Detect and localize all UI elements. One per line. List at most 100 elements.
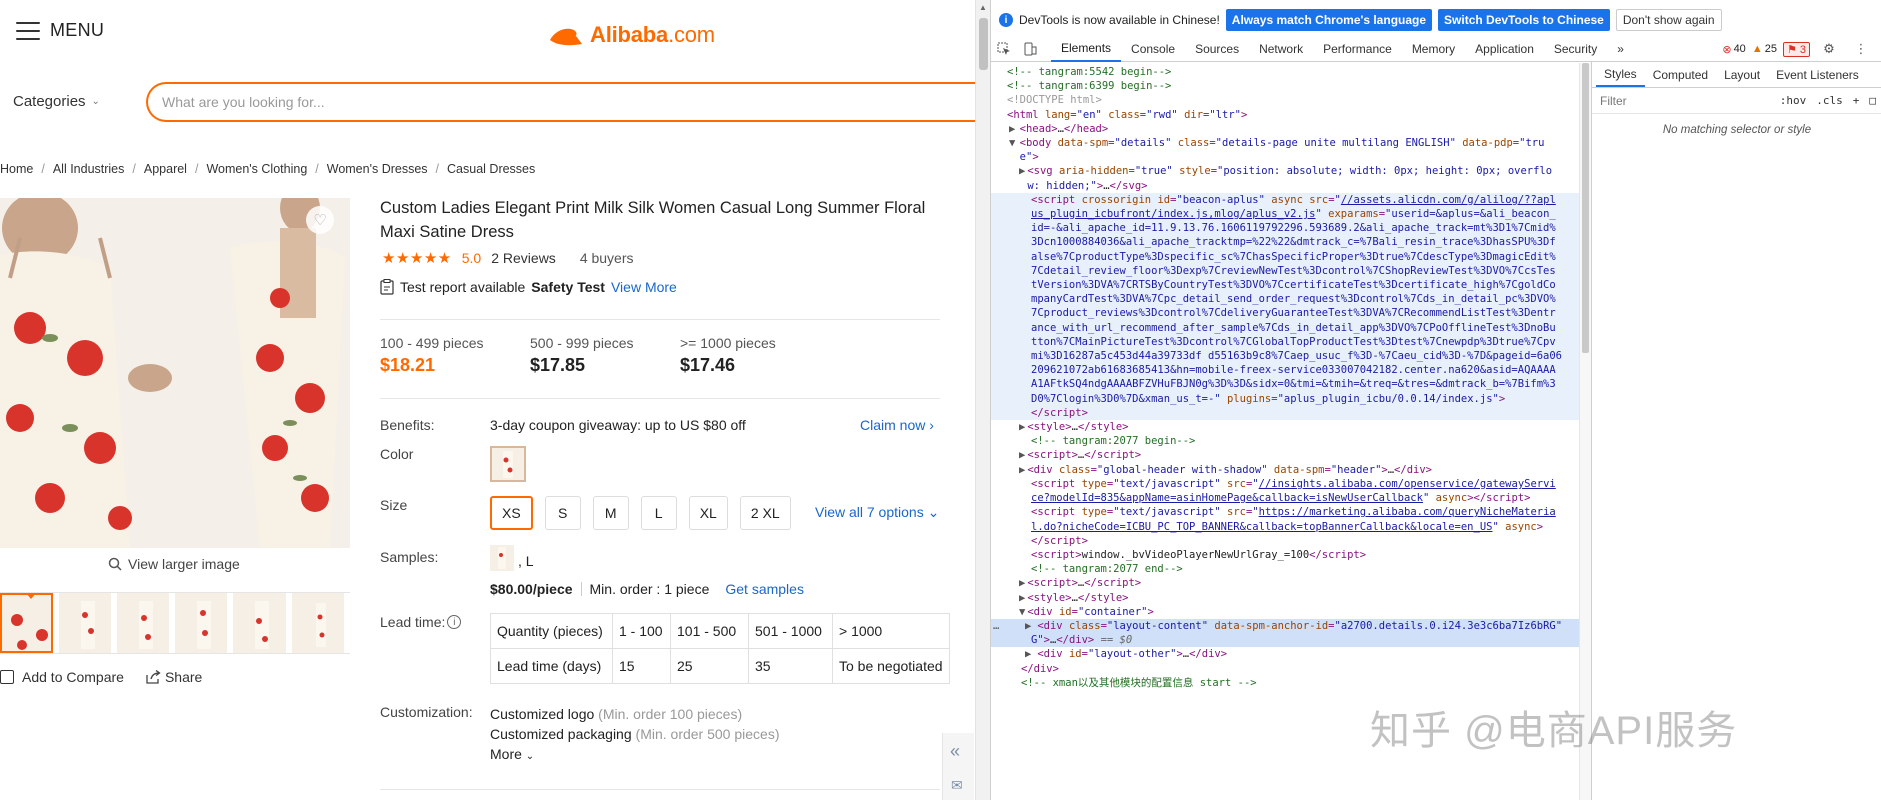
dom-node[interactable]: </script> [991,405,1579,421]
dom-node[interactable]: ▶ <div class="global-header with-shadow"… [991,463,1579,477]
dom-node[interactable]: <script type="text/javascript" src="//in… [991,477,1579,491]
dom-node[interactable]: A1AFtkSQ4ndgAAAABFZVHuFBJN0g%3D%3D&sidx=… [991,377,1579,392]
thumbnail[interactable] [116,593,170,653]
get-samples-link[interactable]: Get samples [725,581,804,597]
tab-application[interactable]: Application [1465,36,1544,62]
size-option[interactable]: XL [688,496,728,530]
tab-sources[interactable]: Sources [1185,36,1249,62]
page-scrollbar[interactable]: ▲ [975,0,990,800]
dom-node[interactable]: ▶ <style>…</style> [991,591,1579,605]
dom-node[interactable]: ▶ <svg aria-hidden="true" style="positio… [991,164,1579,178]
dom-node[interactable]: <!-- xman以及其他模块的配置信息 start --> [991,676,1579,690]
dom-node-selected[interactable]: G">…</div> == $0 [991,633,1579,648]
product-main-image[interactable] [0,198,350,548]
issues-count[interactable]: ⚑ 3 [1782,41,1810,57]
class-toggle[interactable]: .cls [1816,94,1843,107]
match-language-button[interactable]: Always match Chrome's language [1225,9,1433,31]
dom-node[interactable]: us_plugin_icbufront/index.js,mlog/aplus_… [991,207,1579,222]
scroll-up-arrow-icon[interactable]: ▲ [979,3,987,12]
tab-performance[interactable]: Performance [1313,36,1402,62]
inspect-element-icon[interactable] [991,36,1017,62]
claim-now-link[interactable]: Claim now › [860,417,934,433]
dom-node[interactable]: </div> [991,662,1579,676]
dom-node[interactable]: <script>window._bvVideoPlayerNewUrlGray_… [991,548,1579,562]
share-button[interactable]: Share [146,669,202,685]
dom-node[interactable]: 3Dcn1000884036&ali_apache_tracktmp=%22%2… [991,235,1579,250]
add-style-rule-icon[interactable]: + [1853,94,1860,107]
dom-node[interactable]: w: hidden;">…</svg> [991,179,1579,193]
dont-show-again-button[interactable]: Don't show again [1615,9,1722,31]
size-option[interactable]: XS [490,496,533,530]
dom-node[interactable]: ce?modelId=835&appName=asinHomePage&call… [991,491,1579,505]
breadcrumb-item[interactable]: Apparel [144,162,187,176]
dom-node[interactable]: D0%7Clogin%3D0%7D&xman_us_t=-" plugins="… [991,391,1579,406]
switch-chinese-button[interactable]: Switch DevTools to Chinese [1438,9,1610,31]
tab-network[interactable]: Network [1249,36,1313,62]
more-tabs-icon[interactable]: » [1607,36,1634,62]
search-input[interactable] [162,94,762,110]
elements-dom-tree[interactable]: <!-- tangram:5542 begin--> <!-- tangram:… [991,63,1579,800]
tab-console[interactable]: Console [1121,36,1185,62]
settings-gear-icon[interactable]: ⚙ [1816,36,1842,62]
dom-node[interactable]: <html lang="en" class="rwd" dir="ltr"> [991,108,1579,122]
thumbnail[interactable] [233,593,286,653]
thumbnail[interactable] [0,593,53,653]
dom-node[interactable]: <script crossorigin id="beacon-aplus" as… [991,192,1579,208]
dom-node[interactable]: ▶ <script>…</script> [991,576,1579,590]
collapse-arrows-icon[interactable]: « [950,741,960,762]
scrollbar-thumb[interactable] [979,18,988,70]
dom-node[interactable]: l.do?nicheCode=ICBU_PC_TOP_BANNER&callba… [991,520,1579,534]
color-swatch[interactable] [490,446,526,482]
dom-node[interactable]: <!-- tangram:2077 begin--> [991,434,1579,448]
tab-layout[interactable]: Layout [1716,62,1768,87]
dom-node[interactable]: mpanyCardTest%3DVA%7Cpc_detail_send_orde… [991,292,1579,307]
mail-icon[interactable]: ✉ [951,777,963,794]
dom-node[interactable]: alse%7CproductType%3Dspecific_sc%7ChasSp… [991,249,1579,264]
menu-button[interactable]: MENU [16,20,104,41]
size-option[interactable]: 2 XL [739,496,791,530]
size-option[interactable]: L [640,496,677,530]
dom-node[interactable]: ▶ <style>…</style> [991,420,1579,434]
dom-node[interactable]: e"> [991,150,1579,164]
dom-node-selected[interactable]: … ▶ <div class="layout-content" data-spm-… [991,618,1579,634]
tab-styles[interactable]: Styles [1596,62,1645,87]
reviews-link[interactable]: 2 Reviews [491,250,556,266]
dom-node[interactable]: <!DOCTYPE html> [991,93,1579,107]
more-button[interactable]: More ⌄ [490,744,779,767]
size-option[interactable]: S [544,496,581,530]
more-options-icon[interactable]: ⋮ [1848,36,1874,62]
dom-node[interactable]: ▼ <div id="container"> [991,605,1579,619]
categories-dropdown[interactable]: Categories ⌄ [13,93,100,110]
dom-node[interactable]: 7Cdetail_review_floor%3Dexp%7CreviewNewT… [991,263,1579,279]
thumbnail[interactable] [291,593,344,653]
tab-computed[interactable]: Computed [1645,62,1716,87]
tab-memory[interactable]: Memory [1402,36,1465,62]
scrollbar-thumb[interactable] [1582,63,1589,353]
view-larger-image-link[interactable]: View larger image [108,556,240,572]
dom-node[interactable]: tton%7CMainPictureTest%3Dcontrol%7CGloba… [991,334,1579,350]
breadcrumb-item[interactable]: All Industries [53,162,125,176]
tab-security[interactable]: Security [1544,36,1607,62]
breadcrumb-item[interactable]: Home [0,162,33,176]
tab-elements[interactable]: Elements [1051,36,1122,62]
tab-event-listeners[interactable]: Event Listeners [1768,62,1867,87]
styles-filter-input[interactable]: Filter [1600,94,1627,108]
alibaba-logo[interactable]: Alibaba.com [546,22,715,48]
dom-node[interactable]: <!-- tangram:5542 begin--> [991,65,1579,79]
dom-node[interactable]: </script> [991,534,1579,548]
dom-node[interactable]: id=-&ali_apache_id=11.9.13.76.1606119792… [991,221,1579,236]
size-option[interactable]: M [592,496,629,530]
dom-node[interactable]: tVersion%3DVA%7CRTSByCountryTest%3DVO%7C… [991,278,1579,293]
dom-scrollbar[interactable] [1579,63,1591,800]
dom-node[interactable]: ance_with_url_recommend_after_sample%7Cd… [991,320,1579,335]
dom-node[interactable]: ▶ <div id="layout-other">…</div> [991,647,1579,661]
info-icon[interactable]: i [447,615,462,629]
breadcrumb-item[interactable]: Women's Dresses [327,162,428,176]
computed-sidebar-icon[interactable]: □ [1869,94,1876,107]
dom-node[interactable]: ▶ <head>…</head> [991,122,1579,136]
error-count[interactable]: ⊗ 40 [1722,43,1745,56]
thumbnail[interactable] [175,593,228,653]
breadcrumb-item[interactable]: Women's Clothing [206,162,307,176]
add-to-compare-checkbox[interactable]: Add to Compare [0,669,124,685]
breadcrumb-item[interactable]: Casual Dresses [447,162,535,176]
